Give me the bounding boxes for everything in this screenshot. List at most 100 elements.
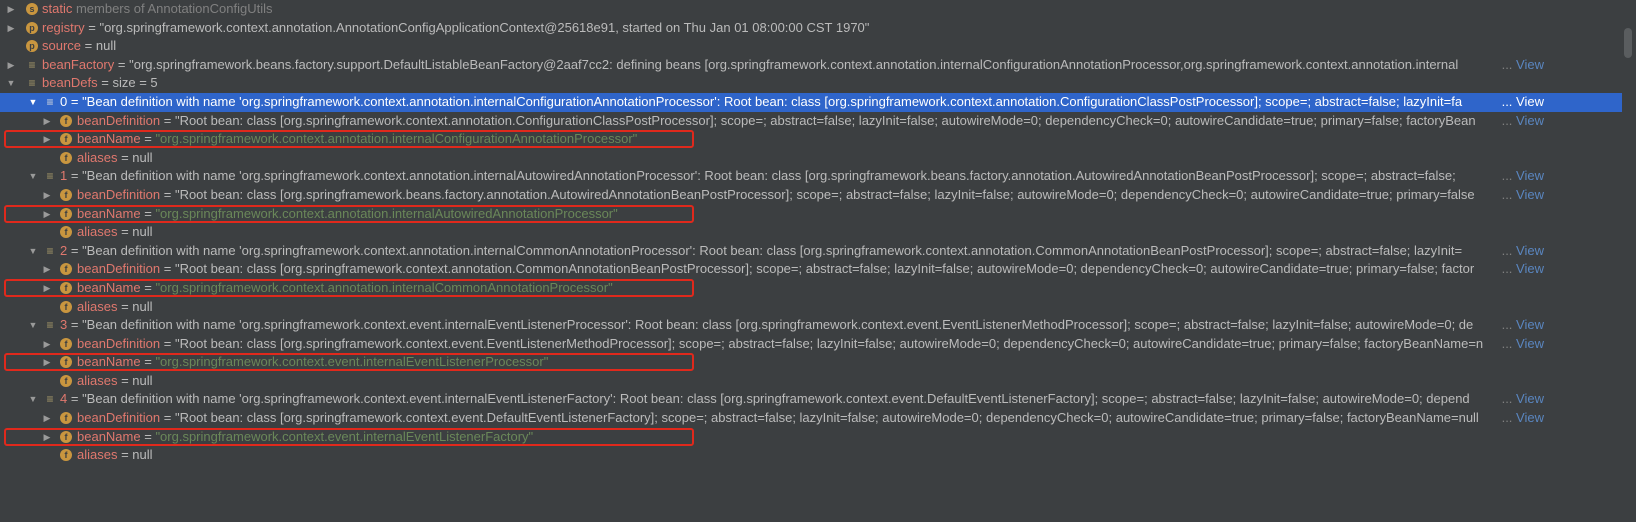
collapse-arrow-icon[interactable]: ▼ (28, 390, 38, 409)
variable-text: beanDefinition = "Root bean: class [org.… (77, 335, 1532, 354)
variable-row[interactable]: ▶ ≡ beanFactory = "org.springframework.bea… (0, 56, 1622, 75)
view-link-label[interactable]: View (1516, 243, 1544, 258)
variable-name: beanDefinition (77, 186, 161, 202)
collapse-arrow-icon[interactable]: ▼ (6, 74, 16, 93)
expand-arrow-icon[interactable]: ▶ (42, 186, 52, 205)
expand-arrow-icon[interactable]: ▶ (42, 205, 52, 224)
variable-row-beanName[interactable]: ▶ f beanName = "org.springframework.contex… (0, 427, 1622, 447)
view-link[interactable]: ... View (1502, 390, 1544, 409)
view-link[interactable]: ... View (1502, 260, 1544, 279)
expand-arrow-icon[interactable]: ▶ (6, 19, 16, 38)
variable-name: beanName (77, 279, 141, 295)
view-link[interactable]: ... View (1502, 112, 1544, 131)
view-link-label[interactable]: View (1516, 336, 1544, 351)
variable-text: beanName = "org.springframework.context.… (77, 279, 1532, 298)
view-link-label[interactable]: View (1516, 57, 1544, 72)
variable-row-beanName[interactable]: ▶ f beanName = "org.springframework.contex… (0, 278, 1622, 298)
variable-row-beanName[interactable]: ▶ f beanName = "org.springframework.contex… (0, 204, 1622, 224)
variable-row[interactable]: f aliases = null (0, 372, 1622, 391)
variable-row[interactable]: ▼ ≡ 1 = "Bean definition with name 'org.sp… (0, 167, 1622, 186)
view-link[interactable]: ... View (1502, 186, 1544, 205)
variable-row[interactable]: ▶ f beanDefinition = "Root bean: class [or… (0, 260, 1622, 279)
view-link-label[interactable]: View (1516, 187, 1544, 202)
expand-arrow-icon[interactable]: ▶ (42, 428, 52, 447)
variable-text: aliases = null (77, 223, 1532, 242)
variable-row[interactable]: f aliases = null (0, 298, 1622, 317)
view-link[interactable]: ... View (1502, 316, 1544, 335)
collapse-arrow-icon[interactable]: ▼ (28, 316, 38, 335)
view-link[interactable]: ... View (1502, 93, 1544, 112)
expand-arrow-icon[interactable]: ▶ (6, 0, 16, 19)
expand-arrow-icon[interactable]: ▶ (42, 279, 52, 298)
list-icon: ≡ (46, 243, 54, 258)
variable-value: null (132, 298, 153, 314)
variable-text: beanName = "org.springframework.context.… (77, 353, 1532, 372)
view-link-label[interactable]: View (1516, 94, 1544, 109)
variable-value: null (132, 372, 153, 388)
expand-arrow-icon[interactable]: ▶ (42, 353, 52, 372)
f-badge-icon: f (60, 188, 72, 201)
variable-name: source (42, 38, 82, 54)
view-link-label[interactable]: View (1516, 391, 1544, 406)
variable-row-beanName[interactable]: ▶ f beanName = "org.springframework.contex… (0, 130, 1622, 149)
variable-row[interactable]: f aliases = null (0, 149, 1622, 168)
f-badge-icon: f (60, 430, 72, 443)
variable-row[interactable]: ▼ ≡ beanDefs = size = 5 (0, 74, 1622, 93)
variable-row[interactable]: p source = null (0, 37, 1622, 56)
view-link[interactable]: ... View (1502, 335, 1544, 354)
variable-row[interactable]: ▼ ≡ 0 = "Bean definition with name 'org.sp… (0, 92, 1622, 112)
variable-value: "org.springframework.context.annotation.… (99, 19, 870, 35)
view-link-label[interactable]: View (1516, 113, 1544, 128)
variable-row-beanName[interactable]: ▶ f beanName = "org.springframework.contex… (0, 353, 1622, 372)
view-link[interactable]: ... View (1502, 56, 1544, 75)
collapse-arrow-icon[interactable]: ▼ (28, 93, 38, 112)
variable-row[interactable]: ▶ f beanDefinition = "Root bean: class [or… (0, 409, 1622, 428)
variable-row[interactable]: ▶ f beanDefinition = "Root bean: class [or… (0, 335, 1622, 354)
scrollbar[interactable] (1624, 28, 1632, 58)
variable-name: beanFactory (42, 56, 115, 72)
expand-arrow-icon[interactable]: ▶ (42, 112, 52, 131)
collapse-arrow-icon[interactable]: ▼ (28, 167, 38, 186)
view-link[interactable]: ... View (1502, 167, 1544, 186)
expand-arrow-icon[interactable]: ▶ (6, 56, 16, 75)
variable-value: "Bean definition with name 'org.springfr… (82, 93, 1463, 109)
equals-sign: = (117, 372, 133, 388)
variable-name: beanDefinition (77, 112, 161, 128)
expand-arrow-icon[interactable]: ▶ (42, 130, 52, 149)
variable-row[interactable]: ▼ ≡ 2 = "Bean definition with name 'org.sp… (0, 242, 1622, 261)
variable-text: 3 = "Bean definition with name 'org.spri… (60, 316, 1532, 335)
variable-row[interactable]: ▼ ≡ 4 = "Bean definition with name 'org.sp… (0, 390, 1622, 409)
view-link[interactable]: ... View (1502, 409, 1544, 428)
view-link-label[interactable]: View (1516, 317, 1544, 332)
view-link-label[interactable]: View (1516, 168, 1544, 183)
variable-row[interactable]: ▶ p registry = "org.springframework.contex… (0, 19, 1622, 38)
expand-arrow-icon[interactable]: ▶ (42, 409, 52, 428)
variable-text: beanDefinition = "Root bean: class [org.… (77, 260, 1532, 279)
variable-name: beanName (77, 354, 141, 370)
f-badge-icon: f (60, 337, 72, 350)
variable-name: registry (42, 19, 85, 35)
view-link[interactable]: ... View (1502, 242, 1544, 261)
p-badge-icon: p (26, 21, 38, 34)
equals-sign: = (67, 168, 83, 184)
view-link-label[interactable]: View (1516, 410, 1544, 425)
list-icon: ≡ (46, 94, 54, 109)
variable-row[interactable]: ▶ f beanDefinition = "Root bean: class [or… (0, 112, 1622, 131)
variable-row[interactable]: ▶ f beanDefinition = "Root bean: class [or… (0, 186, 1622, 205)
f-badge-icon: f (60, 114, 72, 127)
variable-value: "Bean definition with name 'org.springfr… (82, 168, 1456, 184)
variable-text: static members of AnnotationConfigUtils (42, 0, 1532, 19)
expand-arrow-icon[interactable]: ▶ (42, 260, 52, 279)
view-link-label[interactable]: View (1516, 261, 1544, 276)
variable-name: aliases (77, 447, 118, 463)
equals-sign: = (114, 56, 130, 72)
equals-sign: = (140, 131, 156, 147)
variable-name: beanDefinition (77, 410, 161, 426)
variable-row[interactable]: f aliases = null (0, 223, 1622, 242)
variable-row[interactable]: ▼ ≡ 3 = "Bean definition with name 'org.sp… (0, 316, 1622, 335)
collapse-arrow-icon[interactable]: ▼ (28, 242, 38, 261)
expand-arrow-icon[interactable]: ▶ (42, 335, 52, 354)
variable-row[interactable]: ▶ s static members of AnnotationConfigUtil… (0, 0, 1622, 19)
variable-row[interactable]: f aliases = null (0, 446, 1622, 465)
equals-sign: = (160, 261, 175, 277)
